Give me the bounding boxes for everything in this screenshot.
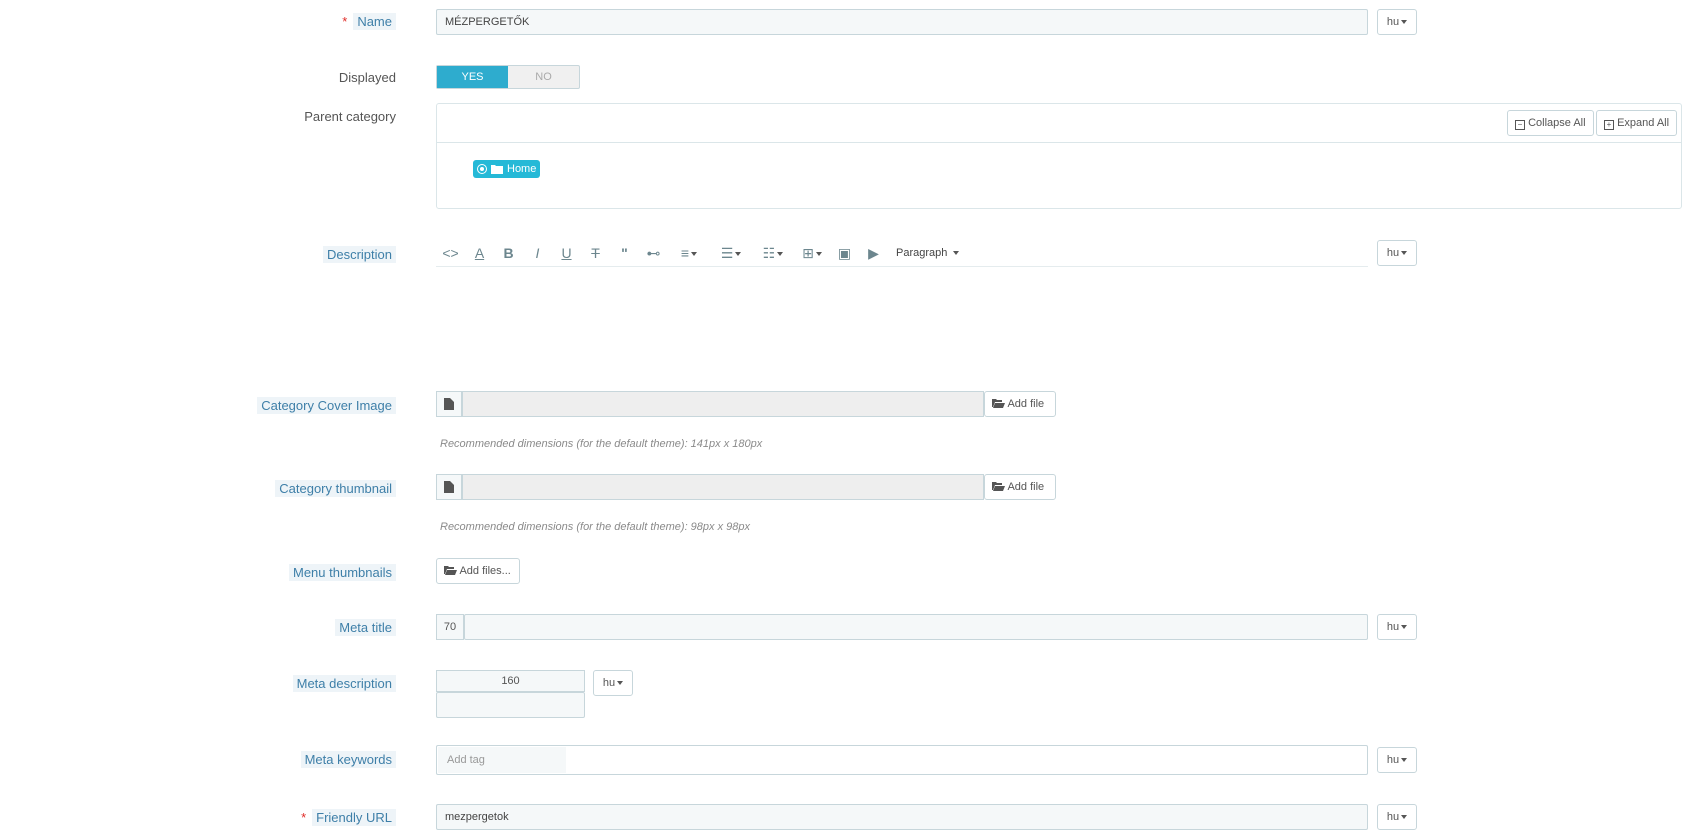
name-lang-select[interactable]: hu	[1377, 9, 1417, 35]
displayed-no[interactable]: NO	[508, 66, 579, 88]
description-label-text: Description	[322, 246, 396, 263]
text-color-icon[interactable]: A	[465, 245, 494, 261]
paragraph-label: Paragraph	[896, 247, 948, 259]
displayed-switch[interactable]: YES NO	[436, 65, 580, 89]
meta-keywords-label: Meta keywords	[300, 751, 396, 768]
meta-description-input[interactable]	[436, 692, 585, 718]
meta-description-counter: 160	[436, 670, 585, 692]
description-label: Description	[322, 246, 396, 263]
align-icon[interactable]: ≡	[668, 245, 710, 261]
code-icon[interactable]: <>	[436, 245, 465, 261]
friendly-url-label: * Friendly URL	[301, 809, 396, 826]
cover-image-file-field[interactable]	[462, 391, 984, 417]
displayed-yes[interactable]: YES	[437, 66, 508, 88]
meta-description-label-text: Meta description	[292, 675, 396, 692]
friendly-url-label-text: Friendly URL	[312, 809, 396, 826]
thumbnail-hint: Recommended dimensions (for the default …	[440, 521, 750, 533]
cover-image-label-text: Category Cover Image	[257, 397, 396, 414]
tree-node-home[interactable]: Home	[473, 160, 541, 178]
quote-icon[interactable]: "	[610, 245, 639, 261]
parent-category-label: Parent category	[304, 109, 396, 124]
meta-keywords-tag-input[interactable]: Add tag	[436, 745, 1368, 775]
cover-image-add-file-button[interactable]: Add file	[984, 391, 1056, 417]
chevron-down-icon	[1401, 625, 1408, 630]
collapse-all-label: Collapse All	[1528, 117, 1586, 129]
cover-image-add-file-label: Add file	[1007, 398, 1045, 410]
name-label: * Name	[342, 13, 396, 30]
image-icon[interactable]: ▣	[830, 245, 859, 262]
meta-title-label-text: Meta title	[335, 619, 396, 636]
italic-icon[interactable]: I	[523, 245, 552, 261]
name-label-text: Name	[353, 13, 396, 30]
meta-keywords-lang-select[interactable]: hu	[1377, 747, 1417, 773]
chevron-down-icon	[1401, 815, 1408, 820]
thumbnail-file-field[interactable]	[462, 474, 984, 500]
thumbnail-label-text: Category thumbnail	[275, 480, 396, 497]
strikethrough-icon[interactable]: T	[581, 245, 610, 261]
meta-keywords-lang-value: hu	[1386, 754, 1400, 766]
tree-node-home-label: Home	[507, 163, 537, 175]
bullet-list-icon[interactable]: ☰	[710, 245, 752, 262]
required-mark: *	[342, 14, 348, 29]
editor-toolbar: <> A B I U T " ⊷ ≡ ☰ ☷ ⊞ ▣ ▶ Paragraph	[436, 240, 1368, 267]
menu-thumbnails-label: Menu thumbnails	[289, 564, 396, 581]
meta-description-label: Meta description	[292, 675, 396, 692]
description-editor-area[interactable]	[436, 268, 1368, 368]
name-lang-value: hu	[1386, 16, 1400, 28]
chevron-down-icon	[1401, 20, 1408, 25]
description-lang-select[interactable]: hu	[1377, 240, 1417, 266]
meta-keywords-placeholder[interactable]: Add tag	[438, 747, 566, 773]
thumbnail-label: Category thumbnail	[275, 480, 396, 497]
friendly-url-lang-value: hu	[1386, 811, 1400, 823]
link-icon[interactable]: ⊷	[639, 245, 668, 262]
expand-icon: +	[1604, 120, 1614, 130]
cover-image-hint: Recommended dimensions (for the default …	[440, 438, 763, 450]
chevron-down-icon	[1401, 758, 1408, 763]
file-icon	[436, 474, 462, 500]
meta-title-lang-value: hu	[1386, 621, 1400, 633]
file-icon	[436, 391, 462, 417]
friendly-url-lang-select[interactable]: hu	[1377, 804, 1417, 830]
media-icon[interactable]: ▶	[859, 245, 888, 262]
table-icon[interactable]: ⊞	[794, 245, 830, 262]
description-lang-value: hu	[1386, 247, 1400, 259]
meta-title-lang-select[interactable]: hu	[1377, 614, 1417, 640]
expand-all-label: Expand All	[1617, 117, 1670, 129]
category-tree-header: − Collapse All + Expand All	[437, 104, 1681, 143]
meta-description-lang-value: hu	[602, 677, 616, 689]
chevron-down-icon	[953, 251, 960, 256]
cover-image-label: Category Cover Image	[257, 397, 396, 414]
folder-open-icon	[444, 566, 457, 575]
name-input[interactable]: MÉZPERGETŐK	[436, 9, 1368, 35]
required-mark: *	[301, 810, 307, 825]
category-tree: − Collapse All + Expand All Home	[436, 103, 1682, 209]
meta-title-input[interactable]	[464, 614, 1368, 640]
meta-description-lang-select[interactable]: hu	[593, 670, 633, 696]
thumbnail-add-file-button[interactable]: Add file	[984, 474, 1056, 500]
meta-title-counter: 70	[436, 614, 464, 640]
displayed-label: Displayed	[338, 70, 396, 85]
friendly-url-input[interactable]: mezpergetok	[436, 804, 1368, 830]
chevron-down-icon	[617, 681, 624, 686]
collapse-all-button[interactable]: − Collapse All	[1507, 110, 1594, 136]
radio-selected-icon[interactable]	[477, 164, 487, 174]
menu-thumbnails-add-files-button[interactable]: Add files...	[436, 558, 520, 584]
menu-thumbnails-label-text: Menu thumbnails	[289, 564, 396, 581]
collapse-icon: −	[1515, 120, 1525, 130]
numbered-list-icon[interactable]: ☷	[752, 245, 794, 262]
folder-open-icon	[992, 399, 1005, 408]
bold-icon[interactable]: B	[494, 245, 523, 261]
folder-open-icon	[992, 482, 1005, 491]
menu-thumbnails-add-files-label: Add files...	[459, 565, 511, 577]
expand-all-button[interactable]: + Expand All	[1596, 110, 1678, 136]
thumbnail-add-file-label: Add file	[1007, 481, 1045, 493]
folder-icon	[491, 165, 503, 174]
meta-title-label: Meta title	[335, 619, 396, 636]
meta-keywords-label-text: Meta keywords	[300, 751, 396, 768]
underline-icon[interactable]: U	[552, 245, 581, 261]
paragraph-select[interactable]: Paragraph	[896, 247, 960, 259]
chevron-down-icon	[1401, 251, 1408, 256]
